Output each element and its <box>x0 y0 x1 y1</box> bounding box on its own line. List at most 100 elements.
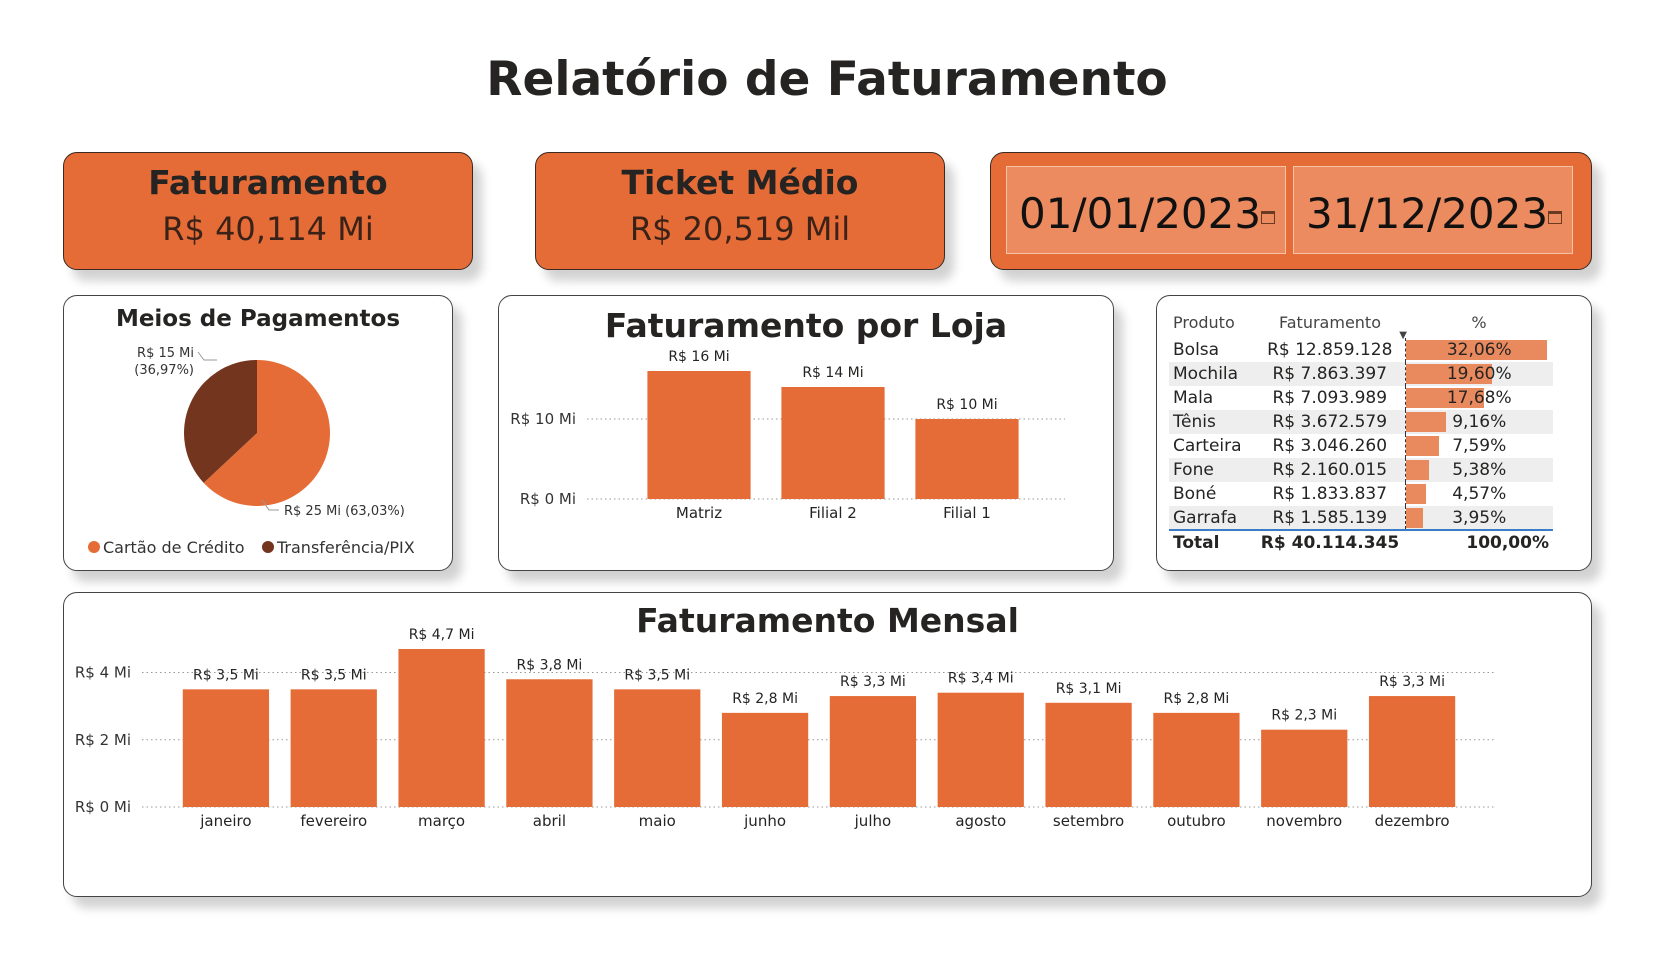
legend-label: Cartão de Crédito <box>103 538 245 557</box>
store-bar-chart: R$ 0 Mi R$ 10 Mi R$ 16 Mi Matriz R$ 14 Mi Fil… <box>510 349 1065 522</box>
x-tick-label: setembro <box>1053 812 1124 830</box>
cell-produto: Boné <box>1173 484 1217 504</box>
total-pct: 100,00% <box>1405 529 1553 554</box>
bar-data-label: R$ 3,3 Mi <box>840 674 906 690</box>
cell-faturamento: R$ 7.093.989 <box>1272 388 1388 408</box>
bar-data-label: R$ 14 Mi <box>802 365 863 381</box>
x-tick-label: agosto <box>955 812 1006 830</box>
cell-pct: 32,06% <box>1404 338 1553 362</box>
cell-produto: Garrafa <box>1169 506 1255 530</box>
x-tick-label: dezembro <box>1375 812 1450 830</box>
pie-data-label: R$ 25 Mi (63,03%) <box>284 504 405 519</box>
cell-produto: Mochila <box>1169 362 1255 386</box>
table-row[interactable]: Mochila R$ 7.863.397 19,60% <box>1169 362 1553 386</box>
monthly-bar-chart: R$ 0 Mi R$ 2 Mi R$ 4 Mi R$ 3,5 Mi janeiro R$ … <box>75 627 1494 830</box>
col-header-produto[interactable]: Produto <box>1169 307 1255 338</box>
bar <box>781 387 885 499</box>
legend-marker <box>88 541 100 553</box>
cell-pct: 4,57% <box>1404 482 1553 506</box>
bar-data-label: R$ 3,5 Mi <box>624 667 690 683</box>
pie-data-label: R$ 15 Mi <box>137 346 194 361</box>
x-tick-label: fevereiro <box>300 812 367 830</box>
cell-faturamento: R$ 2.160.015 <box>1255 458 1405 482</box>
bar-data-label: R$ 3,3 Mi <box>1379 674 1445 690</box>
col-header-pct[interactable]: % <box>1405 307 1553 338</box>
monthly-revenue-panel: Faturamento Mensal R$ 0 Mi R$ 2 Mi R$ 4 Mi… <box>63 592 1592 897</box>
kpi-value-ticket-medio: R$ 20,519 Mil <box>629 210 851 248</box>
start-date-input[interactable]: 01/01/2023 <box>1006 166 1286 254</box>
total-label: Total <box>1169 529 1255 554</box>
bar-data-label: R$ 2,8 Mi <box>732 691 798 707</box>
x-tick-label: março <box>418 812 465 830</box>
bar <box>829 696 917 807</box>
pct-label: 9,16% <box>1452 412 1507 432</box>
end-date-input[interactable]: 31/12/2023 <box>1293 166 1573 254</box>
kpi-card-faturamento: Faturamento R$ 40,114 Mi <box>63 152 473 270</box>
x-tick-label: outubro <box>1167 812 1226 830</box>
y-tick-label: R$ 10 Mi <box>510 410 576 428</box>
table-row[interactable]: Boné R$ 1.833.837 4,57% <box>1169 482 1553 506</box>
col-header-faturamento-label: Faturamento <box>1279 313 1381 332</box>
x-tick-label: maio <box>639 812 676 830</box>
table-row[interactable]: Mala R$ 7.093.989 17,68% <box>1169 386 1553 410</box>
table-row[interactable]: Fone R$ 2.160.015 5,38% <box>1169 458 1553 482</box>
bar-data-label: R$ 2,8 Mi <box>1164 691 1230 707</box>
table-row[interactable]: Tênis R$ 3.672.579 9,16% <box>1169 410 1553 434</box>
bar <box>182 689 270 807</box>
start-date-value: 01/01/2023 <box>1019 189 1262 238</box>
table-row[interactable]: Garrafa R$ 1.585.139 3,95% <box>1169 506 1553 530</box>
bar <box>290 689 377 807</box>
cell-produto: Tênis <box>1169 410 1255 434</box>
bar <box>1368 696 1456 807</box>
calendar-icon[interactable] <box>1548 211 1562 224</box>
payment-methods-panel: Meios de Pagamentos R$ 25 Mi (63,03%) R$ … <box>63 295 453 571</box>
bar <box>647 371 751 499</box>
cell-produto: Bolsa <box>1173 340 1220 360</box>
cell-pct: 19,60% <box>1404 362 1553 386</box>
cell-faturamento: R$ 1.585.139 <box>1255 506 1405 530</box>
x-tick-label: Matriz <box>676 504 722 522</box>
cell-pct: 9,16% <box>1404 410 1553 434</box>
table-row[interactable]: Carteira R$ 3.046.260 7,59% <box>1169 434 1553 458</box>
table-total-row: Total R$ 40.114.345 100,00% <box>1169 529 1553 554</box>
bar-data-label: R$ 4,7 Mi <box>409 627 475 643</box>
bar-data-label: R$ 3,4 Mi <box>948 671 1014 687</box>
bar <box>506 679 593 807</box>
legend-label: Transferência/PIX <box>276 538 415 557</box>
y-tick-label: R$ 2 Mi <box>75 731 131 749</box>
bar <box>614 689 701 807</box>
bar <box>398 649 485 807</box>
pct-label: 32,06% <box>1446 340 1512 360</box>
product-table: Produto Faturamento ▼ % Bolsa R$ 12.859.1… <box>1169 307 1553 554</box>
y-tick-label: R$ 4 Mi <box>75 664 131 682</box>
x-tick-label: janeiro <box>199 812 251 830</box>
x-tick-label: Filial 1 <box>943 504 991 522</box>
bar-data-label: R$ 3,5 Mi <box>193 667 259 683</box>
pct-label: 17,68% <box>1446 388 1512 408</box>
cell-faturamento: R$ 7.863.397 <box>1255 362 1405 386</box>
legend-marker <box>262 541 274 553</box>
cell-pct: 3,95% <box>1404 506 1553 530</box>
pie-data-label: (36,97%) <box>134 363 194 378</box>
pie-leader-line <box>197 351 217 361</box>
pie-chart: R$ 25 Mi (63,03%) R$ 15 Mi (36,97%) Cartão … <box>88 346 415 557</box>
col-header-faturamento[interactable]: Faturamento ▼ <box>1255 307 1407 341</box>
cell-produto: Fone <box>1169 458 1255 482</box>
calendar-icon[interactable] <box>1261 211 1275 224</box>
cell-produto: Mala <box>1173 388 1214 408</box>
x-tick-label: abril <box>533 812 566 830</box>
bar <box>915 419 1019 499</box>
table-row[interactable]: Bolsa R$ 12.859.128 32,06% <box>1169 338 1553 362</box>
x-tick-label: Filial 2 <box>809 504 857 522</box>
kpi-label-faturamento: Faturamento <box>148 163 388 202</box>
total-faturamento: R$ 40.114.345 <box>1255 529 1405 554</box>
date-range-slicer: 01/01/2023 31/12/2023 <box>990 152 1592 270</box>
pct-label: 19,60% <box>1446 364 1512 384</box>
bar-data-label: R$ 2,3 Mi <box>1271 708 1337 724</box>
x-tick-label: junho <box>743 812 786 830</box>
kpi-label-ticket-medio: Ticket Médio <box>621 163 859 202</box>
cell-produto: Carteira <box>1173 436 1242 456</box>
bar-data-label: R$ 3,8 Mi <box>517 657 583 673</box>
cell-faturamento: R$ 1.833.837 <box>1272 484 1388 504</box>
bar <box>721 712 809 807</box>
